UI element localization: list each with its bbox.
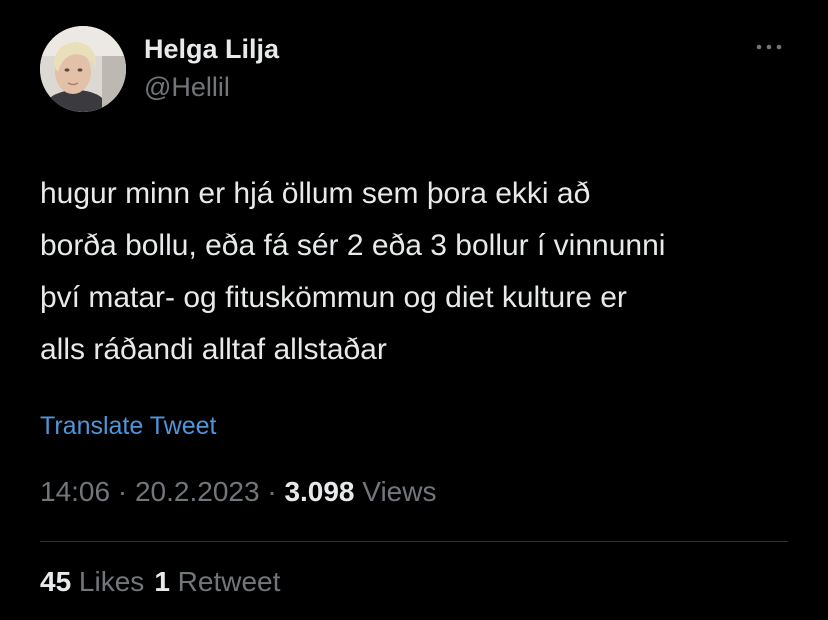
tweet-text: hugur minn er hjá öllum sem þora ekki að… — [40, 168, 800, 376]
retweets-label: Retweet — [169, 566, 281, 597]
tweet-date[interactable]: 20.2.2023 — [135, 476, 260, 507]
avatar-photo — [40, 26, 126, 112]
retweets-count: 1 — [154, 566, 170, 597]
likes-label: Likes — [71, 566, 145, 597]
avatar[interactable] — [40, 26, 126, 112]
tweet-metadata: 14:06 · 20.2.2023 · 3.098 Views — [40, 476, 436, 508]
more-horizontal-icon — [756, 44, 782, 50]
likes-stat[interactable]: 45 Likes — [40, 566, 144, 598]
more-options-button[interactable] — [752, 36, 786, 58]
meta-separator: · — [259, 476, 285, 507]
author-handle[interactable]: @Hellil — [144, 72, 230, 103]
views-label: Views — [354, 476, 437, 507]
meta-separator: · — [110, 476, 135, 507]
translate-tweet-link[interactable]: Translate Tweet — [40, 412, 216, 441]
tweet-text-line: alls ráðandi alltaf allstaðar — [40, 333, 387, 366]
tweet-text-line: því matar- og fituskömmun og diet kultur… — [40, 281, 627, 314]
tweet-text-line: borða bollu, eða fá sér 2 eða 3 bollur í… — [40, 229, 666, 262]
author-display-name[interactable]: Helga Lilja — [144, 34, 279, 65]
tweet-time[interactable]: 14:06 — [40, 476, 110, 507]
divider — [40, 541, 788, 542]
engagement-stats: 45 Likes 1 Retweet — [40, 566, 290, 598]
tweet-text-line: hugur minn er hjá öllum sem þora ekki að — [40, 177, 591, 210]
retweets-stat[interactable]: 1 Retweet — [154, 566, 280, 598]
likes-count: 45 — [40, 566, 72, 597]
views-count: 3.098 — [284, 476, 355, 507]
